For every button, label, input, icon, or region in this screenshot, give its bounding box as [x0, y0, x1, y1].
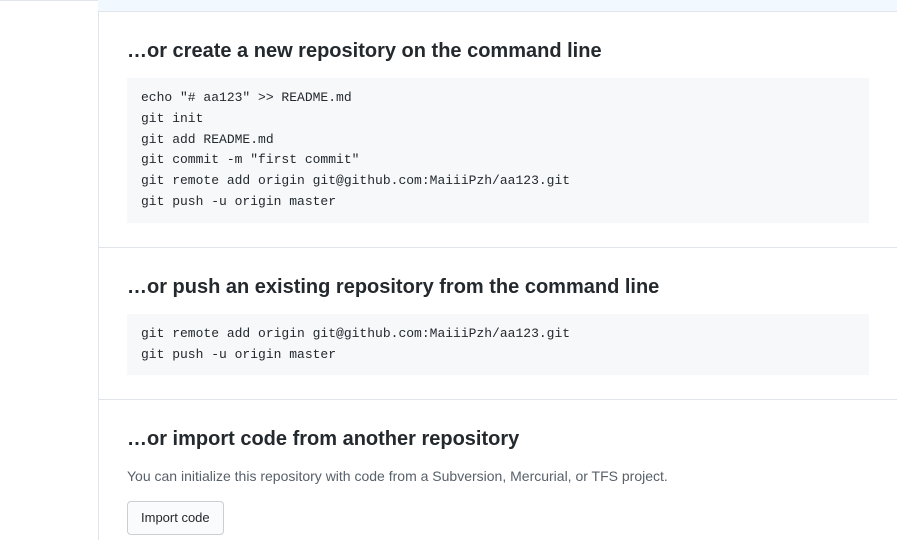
create-repo-heading: …or create a new repository on the comma…: [127, 36, 869, 66]
section-push-existing: …or push an existing repository from the…: [99, 248, 897, 401]
top-banner: [98, 0, 897, 12]
import-code-description: You can initialize this repository with …: [127, 466, 869, 487]
import-code-heading: …or import code from another repository: [127, 424, 869, 454]
push-existing-code-block[interactable]: git remote add origin git@github.com:Mai…: [127, 314, 869, 376]
create-repo-code-block[interactable]: echo "# aa123" >> README.md git init git…: [127, 78, 869, 223]
page-container: …or create a new repository on the comma…: [0, 0, 897, 540]
push-existing-heading: …or push an existing repository from the…: [127, 272, 869, 302]
import-code-button[interactable]: Import code: [127, 501, 224, 535]
section-import-code: …or import code from another repository …: [99, 400, 897, 559]
content-area: …or create a new repository on the comma…: [98, 12, 897, 540]
section-create-repo: …or create a new repository on the comma…: [99, 12, 897, 248]
